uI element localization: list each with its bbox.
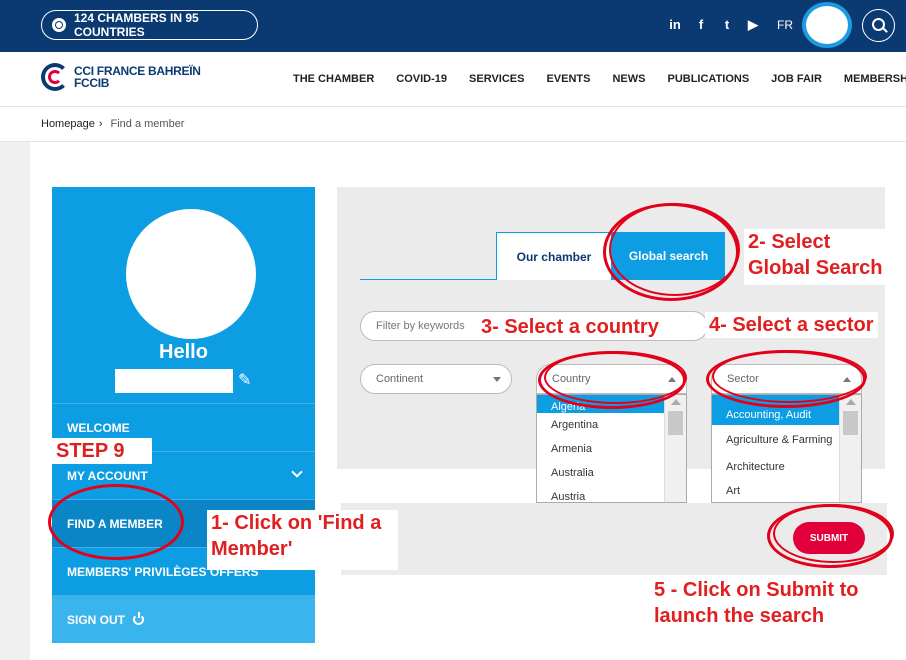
caret-down-icon (493, 377, 501, 382)
nav-publications[interactable]: PUBLICATIONS (667, 73, 749, 85)
continent-select[interactable]: Continent (360, 364, 512, 394)
annotation-step5-line2: launch the search (654, 605, 825, 627)
sidebar-item-label: SIGN OUT (67, 612, 126, 627)
country-scrollbar[interactable] (664, 395, 686, 502)
sector-listbox[interactable]: Accounting, Audit Agriculture & Farming … (711, 394, 862, 503)
profile-avatar (126, 209, 256, 339)
sector-scrollbar[interactable] (839, 395, 861, 502)
edit-pencil-icon[interactable]: ✎ (238, 370, 251, 390)
social-links: in f t ▶ (668, 18, 760, 32)
sidebar-item-sign-out[interactable]: SIGN OUT (52, 595, 315, 643)
annotation-step3: 3- Select a country (477, 314, 677, 340)
annotation-ring-global-search (603, 203, 740, 301)
top-bar: 124 CHAMBERS IN 95 COUNTRIES in f t ▶ FR (0, 0, 906, 52)
power-icon (133, 612, 145, 625)
nav-covid-19[interactable]: COVID-19 (396, 73, 447, 85)
linkedin-icon[interactable]: in (668, 18, 682, 32)
country-listbox[interactable]: Algeria Argentina Armenia Australia Aust… (536, 394, 687, 503)
site-logo[interactable]: CCI FRANCE BAHREÏN FCCIB (41, 63, 201, 91)
nav-services[interactable]: SERVICES (469, 73, 524, 85)
annotation-step2-line2: Global Search (748, 257, 883, 279)
annotation-step1-line2: Member' (211, 538, 293, 560)
user-name-box (115, 369, 233, 393)
tab-our-chamber[interactable]: Our chamber (496, 232, 612, 280)
annotation-ring-find-member (48, 484, 184, 560)
greeting: Hello (159, 341, 208, 363)
annotation-step5-line1: 5 - Click on Submit to (654, 579, 859, 601)
nav-news[interactable]: NEWS (612, 73, 645, 85)
chambers-link[interactable]: 124 CHAMBERS IN 95 COUNTRIES (41, 10, 258, 40)
main-navbar: CCI FRANCE BAHREÏN FCCIB THE CHAMBER COV… (0, 52, 906, 107)
search-icon[interactable] (862, 9, 895, 42)
facebook-icon[interactable]: f (694, 18, 708, 32)
nav-the-chamber[interactable]: THE CHAMBER (293, 73, 374, 85)
main-menu: THE CHAMBER COVID-19 SERVICES EVENTS NEW… (293, 73, 906, 85)
annotation-step: STEP 9 (52, 438, 152, 464)
chevron-right-icon: › (98, 118, 103, 130)
sidebar-item-label: WELCOME (67, 420, 130, 435)
nav-membership[interactable]: MEMBERSHIP (844, 73, 906, 85)
chevron-down-icon (291, 466, 303, 478)
breadcrumb-current: Find a member (110, 118, 185, 130)
continent-label: Continent (376, 373, 424, 385)
globe-icon (52, 18, 66, 32)
annotation-step4: 4- Select a sector (705, 312, 878, 338)
annotation-step2: 2- Select Global Search (744, 229, 887, 285)
logo-line2: FCCIB (74, 76, 110, 90)
chambers-label: 124 CHAMBERS IN 95 COUNTRIES (74, 11, 199, 39)
annotation-ring-country (538, 351, 687, 409)
account-sidebar: Hello ✎ WELCOME MY ACCOUNT FIND A MEMBER… (52, 187, 315, 643)
annotation-step2-line1: 2- Select (748, 231, 831, 253)
breadcrumb-home[interactable]: Homepage (41, 118, 95, 130)
annotation-step1-line1: 1- Click on 'Find a (211, 512, 382, 534)
annotation-ring-submit (767, 504, 894, 568)
nav-job-fair[interactable]: JOB FAIR (771, 73, 822, 85)
language-switch[interactable]: FR (777, 18, 793, 32)
logo-icon (41, 63, 69, 91)
annotation-step1: 1- Click on 'Find a Member' (207, 510, 398, 570)
tab-label: Our chamber (516, 249, 592, 264)
youtube-icon[interactable]: ▶ (746, 18, 760, 32)
nav-events[interactable]: EVENTS (546, 73, 590, 85)
sidebar-item-label: MY ACCOUNT (67, 468, 148, 483)
annotation-step5: 5 - Click on Submit to launch the search (650, 577, 862, 629)
twitter-icon[interactable]: t (720, 18, 734, 32)
user-avatar[interactable] (802, 2, 852, 48)
breadcrumb: Homepage › Find a member (0, 107, 906, 142)
annotation-ring-sector (706, 350, 867, 408)
